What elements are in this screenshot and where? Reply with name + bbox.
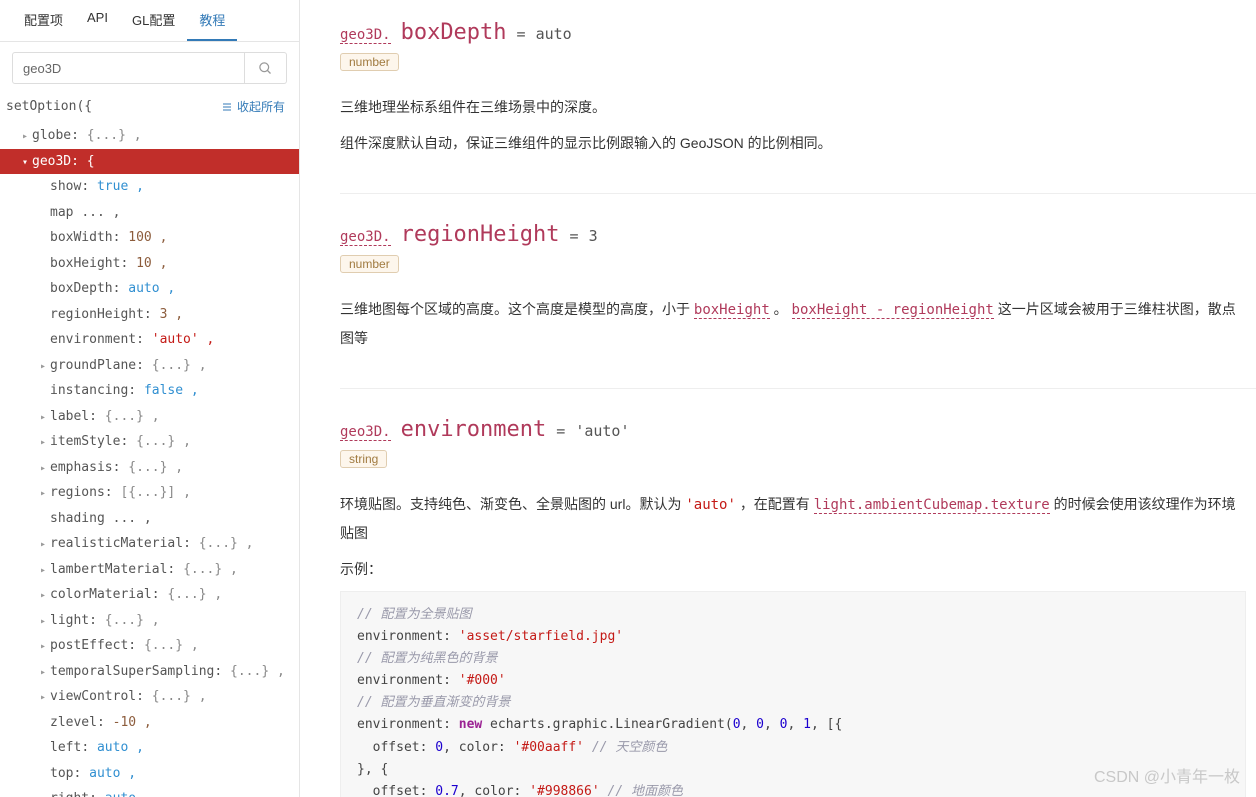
tree-item-postEffect[interactable]: ▸postEffect: {...} ,: [0, 633, 299, 659]
prop-default: auto: [536, 25, 572, 43]
tree-item-top[interactable]: top: auto ,: [0, 761, 299, 787]
inline-code[interactable]: boxHeight: [694, 302, 770, 319]
setoption-label: setOption({: [6, 99, 92, 114]
prop-environment: geo3D. environment = 'auto' string 环境贴图。…: [340, 417, 1256, 797]
search-input[interactable]: [12, 52, 245, 84]
type-badge: number: [340, 255, 399, 273]
tree-item-itemStyle[interactable]: ▸itemStyle: {...} ,: [0, 429, 299, 455]
search-icon: [258, 61, 273, 76]
prop-prefix[interactable]: geo3D.: [340, 27, 391, 44]
tree-item-geo3D[interactable]: ▾geo3D: {: [0, 149, 299, 175]
inline-code[interactable]: boxHeight - regionHeight: [792, 302, 994, 319]
prop-prefix[interactable]: geo3D.: [340, 424, 391, 441]
type-badge: number: [340, 53, 399, 71]
tree-item-zlevel[interactable]: zlevel: -10 ,: [0, 710, 299, 736]
tree-item-left[interactable]: left: auto ,: [0, 735, 299, 761]
prop-name: boxDepth: [401, 20, 507, 45]
type-badge: string: [340, 450, 387, 468]
tree-item-shading[interactable]: shading ... ,: [0, 506, 299, 532]
tabs: 配置项APIGL配置教程: [0, 0, 299, 42]
tree-item-boxDepth[interactable]: boxDepth: auto ,: [0, 276, 299, 302]
search-button[interactable]: [245, 52, 287, 84]
tree-item-viewControl[interactable]: ▸viewControl: {...} ,: [0, 684, 299, 710]
collapse-icon: [221, 101, 233, 113]
tab-配置项[interactable]: 配置项: [12, 0, 75, 41]
tree-item-light[interactable]: ▸light: {...} ,: [0, 608, 299, 634]
content: geo3D. boxDepth = auto number 三维地理坐标系组件在…: [300, 0, 1256, 797]
tree-item-environment[interactable]: environment: 'auto' ,: [0, 327, 299, 353]
tree-item-globe[interactable]: ▸globe: {...} ,: [0, 123, 299, 149]
tree-item-emphasis[interactable]: ▸emphasis: {...} ,: [0, 455, 299, 481]
prop-name: environment: [401, 417, 547, 442]
tree-item-label[interactable]: ▸label: {...} ,: [0, 404, 299, 430]
sidebar: 配置项APIGL配置教程 setOption({ 收起所有 ▸globe: {.…: [0, 0, 300, 797]
prop-desc: 三维地图每个区域的高度。这个高度是模型的高度，小于 boxHeight 。 bo…: [340, 295, 1246, 352]
tab-GL配置[interactable]: GL配置: [120, 0, 187, 41]
code-block: // 配置为全景贴图 environment: 'asset/starfield…: [340, 591, 1246, 797]
search-row: [0, 42, 299, 94]
prop-desc: 环境贴图。支持纯色、渐变色、全景贴图的 url。默认为 'auto' ，在配置有…: [340, 490, 1246, 547]
prop-default: 'auto': [575, 422, 629, 440]
tree-item-realisticMaterial[interactable]: ▸realisticMaterial: {...} ,: [0, 531, 299, 557]
tree-item-colorMaterial[interactable]: ▸colorMaterial: {...} ,: [0, 582, 299, 608]
tree-item-instancing[interactable]: instancing: false ,: [0, 378, 299, 404]
tree-item-regions[interactable]: ▸regions: [{...}] ,: [0, 480, 299, 506]
setoption-header: setOption({ 收起所有: [0, 94, 299, 123]
prop-regionheight: geo3D. regionHeight = 3 number 三维地图每个区域的…: [340, 222, 1256, 389]
option-tree: ▸globe: {...} ,▾geo3D: {show: true ,map …: [0, 123, 299, 797]
tree-item-temporalSuperSampling[interactable]: ▸temporalSuperSampling: {...} ,: [0, 659, 299, 685]
tab-教程[interactable]: 教程: [187, 0, 237, 41]
tree-item-regionHeight[interactable]: regionHeight: 3 ,: [0, 302, 299, 328]
inline-code[interactable]: light.ambientCubemap.texture: [814, 497, 1050, 514]
tree-item-show[interactable]: show: true ,: [0, 174, 299, 200]
prop-prefix[interactable]: geo3D.: [340, 229, 391, 246]
tree-item-boxHeight[interactable]: boxHeight: 10 ,: [0, 251, 299, 277]
tab-API[interactable]: API: [75, 0, 120, 41]
tree-item-right[interactable]: right: auto ,: [0, 786, 299, 797]
prop-boxdepth: geo3D. boxDepth = auto number 三维地理坐标系组件在…: [340, 20, 1256, 194]
collapse-all-button[interactable]: 收起所有: [221, 98, 285, 115]
tree-item-groundPlane[interactable]: ▸groundPlane: {...} ,: [0, 353, 299, 379]
prop-default: 3: [589, 227, 598, 245]
prop-desc: 组件深度默认自动，保证三维组件的显示比例跟输入的 GeoJSON 的比例相同。: [340, 129, 1246, 157]
tree-item-map[interactable]: map ... ,: [0, 200, 299, 226]
tree-item-lambertMaterial[interactable]: ▸lambertMaterial: {...} ,: [0, 557, 299, 583]
prop-name: regionHeight: [401, 222, 560, 247]
tree-item-boxWidth[interactable]: boxWidth: 100 ,: [0, 225, 299, 251]
prop-desc: 三维地理坐标系组件在三维场景中的深度。: [340, 93, 1246, 121]
example-label: 示例：: [340, 555, 1246, 583]
